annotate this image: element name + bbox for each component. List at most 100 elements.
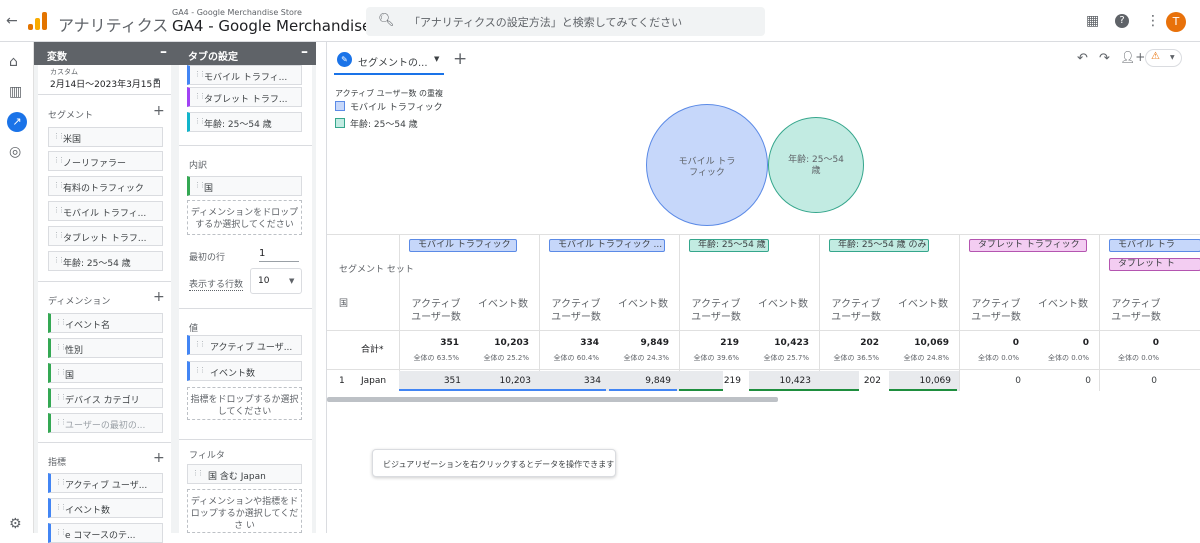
tab-settings-title: タブの設定 [188,52,238,63]
rows-shown-select[interactable]: 10 ▼ [250,268,302,294]
table-cell[interactable]: 0 [959,371,1029,391]
dimension-chip[interactable]: 性別 [48,338,163,358]
property-selector[interactable]: GA4 - Google Merchandise ... [172,17,390,35]
table-cell[interactable]: 10,069 [889,371,959,391]
segment-header-chip[interactable]: モバイル トラフィック ... [549,239,665,252]
segment-header-chip[interactable]: 年齢: 25～54 歳 のみ [829,239,929,252]
filter-chip[interactable]: 国 含む Japan [187,464,302,484]
metric-chip[interactable]: イベント数 [48,498,163,518]
segment-header-chip[interactable]: モバイル トラ [1109,239,1200,252]
metric-header-events[interactable]: イベント数 [612,298,674,311]
metric-header-events[interactable]: イベント数 [1032,298,1094,311]
analytics-logo [28,12,48,30]
add-tab-icon[interactable]: + [453,49,467,69]
start-row-input[interactable]: 1 [259,248,299,262]
values-drop-zone[interactable]: 指標をドロップするか選択してください [187,387,302,420]
undo-icon[interactable]: ↶ [1077,51,1088,66]
total-value: 219 [720,338,739,348]
metric-header-users[interactable]: アクティブ ユーザー数 [965,298,1027,324]
venn-circle-mobile[interactable]: モバイル トラフィック [646,104,768,226]
row-index: 1 [339,376,345,386]
reports-icon[interactable]: ▥ [9,84,22,100]
table-cell[interactable]: 351 [399,371,469,391]
add-segment-icon[interactable]: + [153,103,165,119]
settings-gear-icon[interactable]: ⚙ [9,516,22,532]
share-user-icon[interactable]: 👤︎+ [1120,50,1145,64]
table-cell[interactable]: 0 [1099,371,1165,391]
metric-chip[interactable]: アクティブ ユーザ... [48,473,163,493]
start-row-label: 最初の行 [189,253,226,263]
warning-status-button[interactable]: ⚠ ▼ [1145,49,1182,67]
breakdown-chip[interactable]: 国 [187,176,302,196]
segment-chip[interactable]: 年齢: 25～54 歳 [48,251,163,271]
total-percent: 全体の 0.0% [977,354,1019,362]
table-cell[interactable]: 0 [1029,371,1099,391]
table-cell[interactable]: 10,203 [469,371,539,391]
help-icon[interactable]: ? [1115,14,1129,28]
metric-header-events[interactable]: イベント数 [752,298,814,311]
venn-circle-age[interactable]: 年齢: 25～54 歳 [768,117,864,213]
segment-chip[interactable]: ノーリファラー [48,151,163,171]
value-chip[interactable]: アクティブ ユーザ... [187,335,302,355]
metric-header-users[interactable]: アクティブ ユーザー数 [685,298,747,324]
table-cell[interactable]: 219 [679,371,749,391]
metric-header-users[interactable]: アクティブ ユーザー数 [1105,298,1167,324]
filter-drop-zone[interactable]: ディメンションや指標をドロップするか選択してくださ い [187,489,302,533]
segment-chip[interactable]: モバイル トラフィ... [48,201,163,221]
metric-header-users[interactable]: アクティブ ユーザー数 [405,298,467,324]
tab-dropdown-icon[interactable]: ▼ [434,55,439,63]
add-metric-icon[interactable]: + [153,450,165,466]
segment-comparison-chip[interactable]: モバイル トラフィ... [187,65,302,85]
dimension-chip[interactable]: デバイス カテゴリ [48,388,163,408]
apps-grid-icon[interactable]: ▦ [1086,13,1099,29]
segment-header-chip[interactable]: タブレット ト [1109,258,1200,271]
rows-shown-value: 10 [258,276,270,286]
metric-header-events[interactable]: イベント数 [892,298,954,311]
segment-comparison-chip[interactable]: タブレット トラフ... [187,87,302,107]
dimension-chip[interactable]: 国 [48,363,163,383]
segment-header-chip[interactable]: 年齢: 25～54 歳 [689,239,769,252]
table-cell[interactable]: 202 [819,371,889,391]
more-vert-icon[interactable]: ⋮ [1146,13,1160,29]
advertising-icon[interactable]: ◎ [9,144,21,160]
horizontal-scrollbar[interactable] [327,397,778,402]
table-cell[interactable]: 10,423 [749,371,819,391]
date-dropdown-icon[interactable]: ▼ [154,77,159,85]
segment-header-chip[interactable]: モバイル トラフィック [409,239,517,252]
total-value: 0 [1152,338,1159,348]
home-icon[interactable]: ⌂ [9,54,18,70]
metric-header-users[interactable]: アクティブ ユーザー数 [545,298,607,324]
dimension-chip[interactable]: ユーザーの最初の... [48,413,163,433]
collapse-icon[interactable]: – [301,44,308,60]
search-placeholder[interactable]: 「アナリティクスの設定方法」と検索してみてください [409,14,682,30]
explore-icon[interactable]: ↗ [7,112,27,132]
table-cell[interactable]: 334 [539,371,609,391]
property-account[interactable]: GA4 - Google Merchandise Store [172,8,302,17]
metric-header-events[interactable]: イベント数 [472,298,534,311]
segment-header-chip[interactable]: タブレット トラフィック [969,239,1087,252]
metric-header-users[interactable]: アクティブ ユーザー数 [825,298,887,324]
exploration-canvas: ✎ セグメントの... ▼ + ↶ ↷ 👤︎+ ⚠ ▼ アクティブ ユーザー数 … [326,42,1200,533]
search-box[interactable]: 🔍︎ 「アナリティクスの設定方法」と検索してみてください [366,7,765,36]
metric-chip[interactable]: e コマースのテ... [48,523,163,543]
dimension-chip[interactable]: イベント名 [48,313,163,333]
segment-chip[interactable]: タブレット トラフ... [48,226,163,246]
breakdown-drop-zone[interactable]: ディメンションをドロップするか選択してください [187,200,302,235]
total-value: 10,203 [494,338,529,348]
redo-icon[interactable]: ↷ [1099,51,1110,66]
segment-chip[interactable]: 有料のトラフィック [48,176,163,196]
date-range[interactable]: 2月14日～2023年3月15日 [50,77,161,90]
tab-segment-overlap[interactable]: ✎ セグメントの... ▼ [334,49,444,75]
legend-item: 年齢: 25～54 歳 [335,117,418,130]
avatar[interactable]: T [1166,12,1186,32]
segment-chip[interactable]: 米国 [48,127,163,147]
segment-comparison-chip[interactable]: 年齢: 25～54 歳 [187,112,302,132]
collapse-icon[interactable]: – [160,44,167,60]
segments-label: セグメント [48,111,94,121]
add-dimension-icon[interactable]: + [153,289,165,305]
value-chip[interactable]: イベント数 [187,361,302,381]
row-country[interactable]: Japan [361,375,386,388]
table-cell[interactable]: 9,849 [609,371,679,391]
country-column-label: 国 [339,299,349,309]
back-arrow-icon[interactable]: ← [6,13,18,29]
